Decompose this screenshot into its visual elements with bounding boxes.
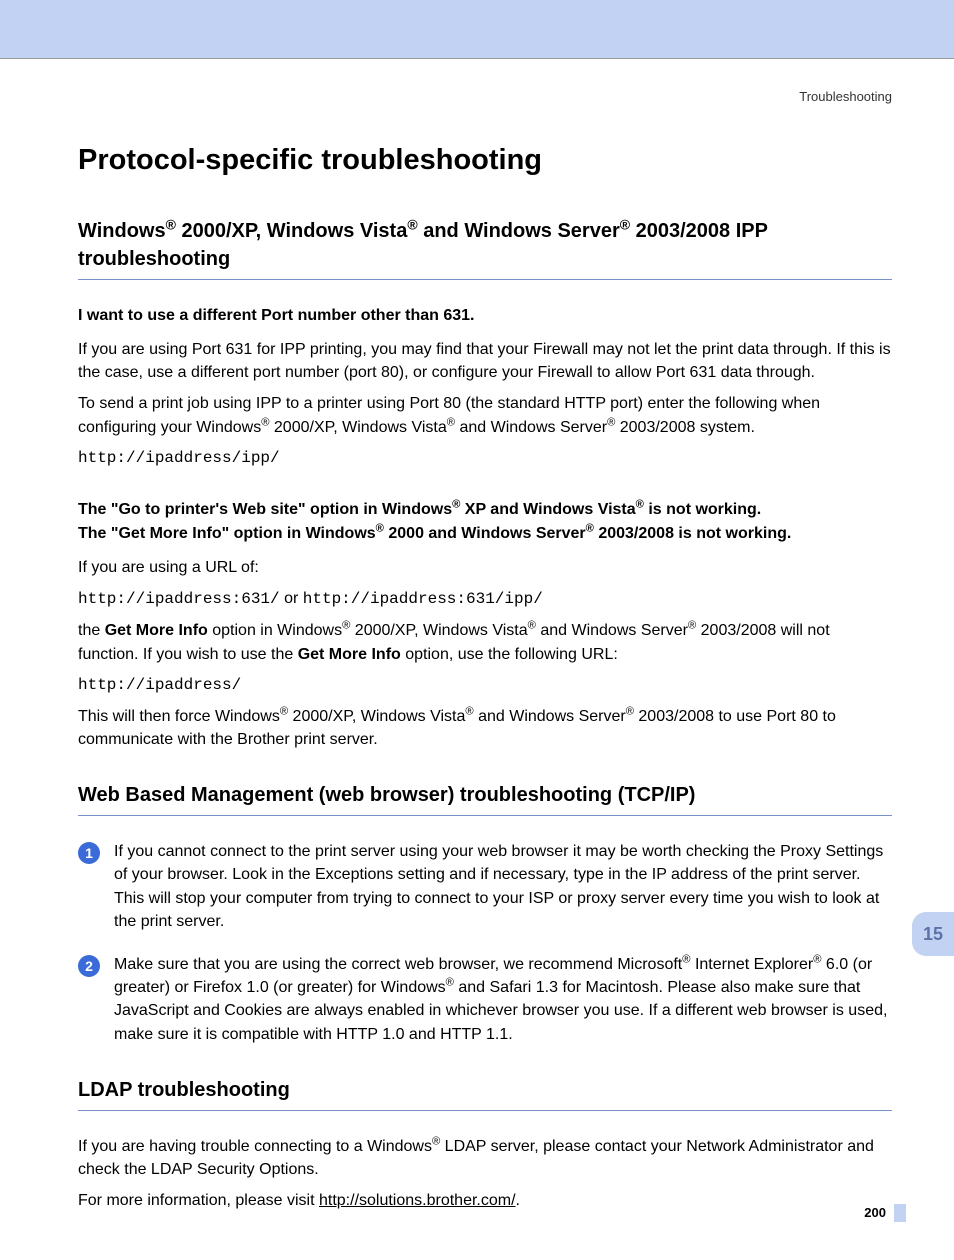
bold-text: Get More Info [105, 622, 208, 639]
text: If you are having trouble connecting to … [78, 1138, 432, 1155]
page-content: Troubleshooting Protocol-specific troubl… [0, 59, 954, 1260]
registered-icon: ® [407, 216, 417, 232]
bold-text: Get More Info [298, 646, 401, 663]
section-heading-ipp: Windows® 2000/XP, Windows Vista® and Win… [78, 217, 892, 280]
code-text: http://ipaddress:631/ [78, 590, 280, 608]
registered-icon: ® [688, 620, 696, 632]
text: Make sure that you are using the correct… [114, 956, 682, 973]
text: the [78, 622, 105, 639]
registered-icon: ® [376, 523, 384, 535]
page-number: 200 [864, 1205, 886, 1220]
section-heading-ldap: LDAP troubleshooting [78, 1076, 892, 1111]
registered-icon: ® [447, 416, 455, 428]
text: 2000/XP, Windows Vista [288, 708, 465, 725]
text: option in Windows [208, 622, 342, 639]
text: The "Get More Info" option in Windows [78, 525, 376, 542]
body-text: This will then force Windows® 2000/XP, W… [78, 705, 892, 751]
registered-icon: ® [586, 523, 594, 535]
code-text: http://ipaddress/ipp/ [78, 447, 892, 470]
text: 2003/2008 system. [615, 419, 755, 436]
support-link[interactable]: http://solutions.brother.com/ [319, 1192, 516, 1209]
code-text: http://ipaddress:631/ipp/ [303, 590, 543, 608]
text: 2000/XP, Windows Vista [350, 622, 527, 639]
registered-icon: ® [280, 706, 288, 718]
page-number-accent [894, 1204, 906, 1222]
list-item: 2 Make sure that you are using the corre… [78, 953, 892, 1046]
text: 2000/XP, Windows Vista [176, 220, 407, 242]
list-text: If you cannot connect to the print serve… [114, 843, 883, 930]
registered-icon: ® [682, 954, 690, 966]
number-badge-icon: 2 [78, 955, 100, 977]
text: and Windows Server [474, 708, 626, 725]
text: or [280, 590, 303, 607]
text: . [516, 1192, 520, 1209]
body-text: If you are having trouble connecting to … [78, 1135, 892, 1181]
body-text: For more information, please visit http:… [78, 1189, 892, 1212]
registered-icon: ® [432, 1135, 440, 1147]
registered-icon: ® [528, 620, 536, 632]
text: 2000 and Windows Server [384, 525, 586, 542]
text: and Windows Server [418, 220, 620, 242]
header-bar [0, 0, 954, 58]
registered-icon: ® [626, 706, 634, 718]
registered-icon: ® [620, 216, 630, 232]
body-text: If you are using a URL of: [78, 556, 892, 579]
page-title: Protocol-specific troubleshooting [78, 144, 892, 177]
list-item: 1 If you cannot connect to the print ser… [78, 840, 892, 933]
code-text: http://ipaddress/ [78, 674, 892, 697]
body-text: the Get More Info option in Windows ® 200… [78, 619, 892, 665]
text: and Windows Server [455, 419, 607, 436]
text: Windows [78, 220, 166, 242]
text: Internet Explorer [691, 956, 814, 973]
sub-heading: The "Go to printer's Web site" option in… [78, 498, 892, 546]
registered-icon: ® [166, 216, 176, 232]
list-text: Make sure that you are using the correct… [114, 956, 887, 1043]
body-text: To send a print job using IPP to a print… [78, 392, 892, 438]
text: option, use the following URL: [401, 646, 618, 663]
body-text: If you are using Port 631 for IPP printi… [78, 338, 892, 384]
text: This will then force Windows [78, 708, 280, 725]
text: 2000/XP, Windows Vista [269, 419, 446, 436]
registered-icon: ® [636, 499, 644, 511]
chapter-tab: 15 [912, 912, 954, 956]
section-heading-web: Web Based Management (web browser) troub… [78, 781, 892, 816]
text: 2003/2008 is not working. [594, 525, 791, 542]
registered-icon: ® [465, 706, 473, 718]
text: XP and Windows Vista [460, 501, 635, 518]
number-badge-icon: 1 [78, 842, 100, 864]
text: and Windows Server [536, 622, 688, 639]
numbered-list: 1 If you cannot connect to the print ser… [78, 840, 892, 1046]
text: The "Go to printer's Web site" option in… [78, 501, 452, 518]
breadcrumb: Troubleshooting [78, 89, 892, 104]
text: For more information, please visit [78, 1192, 319, 1209]
registered-icon: ® [446, 977, 454, 989]
sub-heading: I want to use a different Port number ot… [78, 304, 892, 328]
text: is not working. [644, 501, 761, 518]
code-line: http://ipaddress:631/ or http://ipaddres… [78, 587, 892, 611]
